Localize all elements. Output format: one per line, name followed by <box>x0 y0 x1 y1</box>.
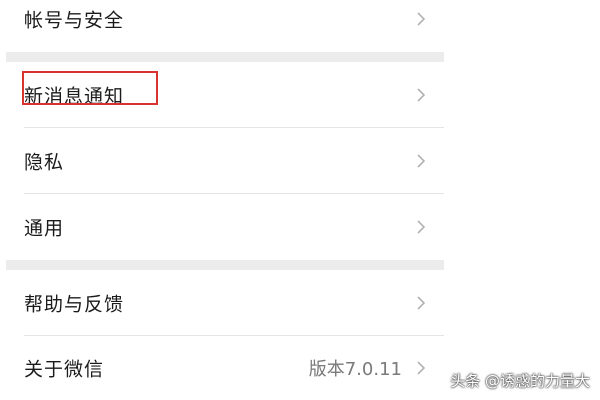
settings-item-about-wechat[interactable]: 关于微信 版本7.0.11 <box>6 336 444 400</box>
settings-item-help-feedback[interactable]: 帮助与反馈 <box>6 270 444 336</box>
settings-item-privacy[interactable]: 隐私 <box>6 128 444 194</box>
settings-item-label: 帐号与安全 <box>24 9 125 32</box>
chevron-right-icon <box>417 220 426 234</box>
settings-item-label: 关于微信 <box>24 358 105 381</box>
settings-item-label: 通用 <box>24 217 65 240</box>
version-value: 版本7.0.11 <box>308 359 402 380</box>
highlight-box <box>22 71 158 105</box>
settings-item-account-security[interactable]: 帐号与安全 <box>6 0 444 52</box>
watermark-text: 头条 @诱惑的力量大 <box>450 372 590 390</box>
settings-item-new-message-notify[interactable]: 新消息通知 <box>6 62 444 128</box>
chevron-right-icon <box>417 154 426 168</box>
chevron-right-icon <box>417 361 426 375</box>
settings-item-label: 帮助与反馈 <box>24 293 125 316</box>
chevron-right-icon <box>417 296 426 310</box>
chevron-right-icon <box>417 12 426 26</box>
chevron-right-icon <box>417 88 426 102</box>
settings-page: 帐号与安全 新消息通知 隐私 通用 帮助与反馈 关于微信 版本7.0.11 头条… <box>0 0 600 400</box>
section-gap <box>6 260 444 270</box>
settings-item-general[interactable]: 通用 <box>6 194 444 260</box>
settings-item-label: 隐私 <box>24 151 65 174</box>
section-gap <box>6 52 444 62</box>
settings-list: 帐号与安全 新消息通知 隐私 通用 帮助与反馈 关于微信 版本7.0.11 <box>6 0 444 400</box>
